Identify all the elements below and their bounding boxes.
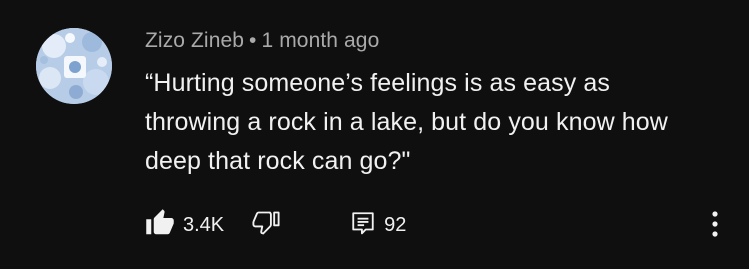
comment-meta: Zizo Zineb • 1 month ago [145, 29, 379, 53]
dislike-button[interactable] [252, 209, 280, 242]
comment-text: “Hurting someone’s feelings is as easy a… [145, 69, 668, 175]
meta-separator: • [249, 29, 257, 52]
more-actions-button[interactable] [703, 210, 727, 243]
comment-icon [350, 210, 376, 241]
author-name[interactable]: Zizo Zineb [145, 29, 244, 52]
comment-actions: 3.4K 92 [145, 208, 406, 243]
replies-button[interactable]: 92 [350, 210, 406, 241]
comment-thread: Zizo Zineb • 1 month ago “Hurting someone’… [0, 0, 749, 269]
reply-count: 92 [384, 213, 407, 236]
thumbs-down-icon [252, 209, 280, 242]
more-vertical-icon [711, 210, 719, 243]
comment-timestamp[interactable]: 1 month ago [262, 29, 380, 52]
like-count: 3.4K [183, 213, 225, 236]
thumbs-up-icon [145, 208, 175, 243]
avatar[interactable] [36, 28, 112, 104]
like-button[interactable]: 3.4K [145, 208, 224, 243]
